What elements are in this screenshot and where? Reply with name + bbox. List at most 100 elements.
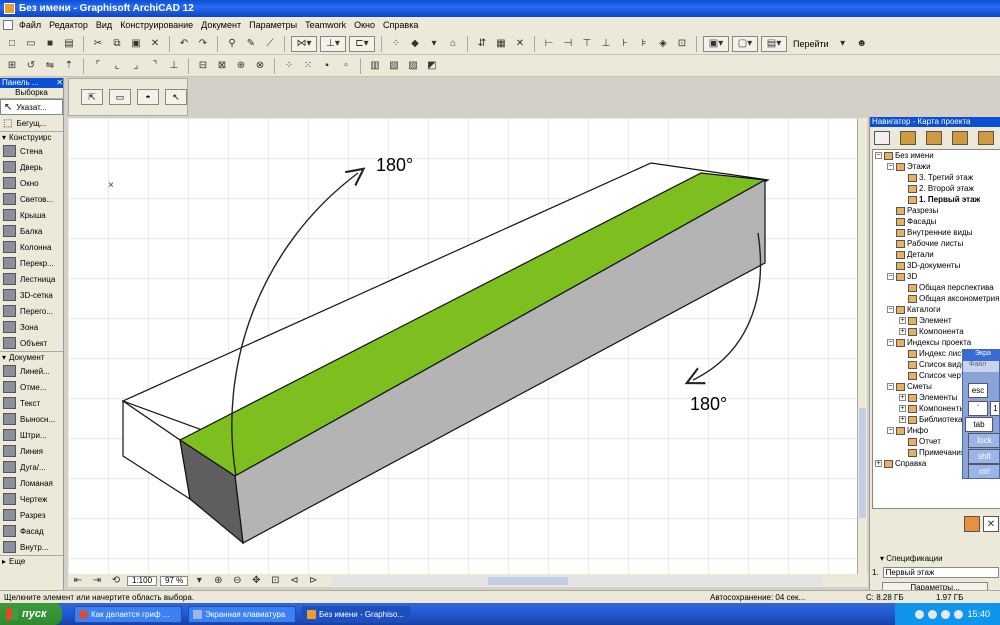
horizontal-scrollbar[interactable]: [332, 575, 823, 586]
menu-file[interactable]: Файл: [15, 20, 45, 30]
collapse-icon[interactable]: −: [887, 273, 894, 280]
tool-document-4[interactable]: Штри...: [0, 427, 63, 443]
tool-construction-11[interactable]: Зона: [0, 319, 63, 335]
zoom-out-icon[interactable]: ⊖: [229, 573, 245, 589]
trace-icon[interactable]: ⇵: [474, 36, 490, 52]
tree-item[interactable]: Общая перспектива: [873, 282, 1000, 293]
eyedropper-icon[interactable]: ⟋: [262, 36, 278, 52]
tool-construction-4[interactable]: Крыша: [0, 207, 63, 223]
tool-construction-2[interactable]: Окно: [0, 175, 63, 191]
drag-icon[interactable]: ⊞: [4, 58, 20, 74]
layers-icon[interactable]: ◆: [407, 36, 423, 52]
undo-icon[interactable]: ↶: [176, 36, 192, 52]
tool-document-2[interactable]: Текст: [0, 395, 63, 411]
collapse-icon[interactable]: −: [887, 163, 894, 170]
nav-back-icon[interactable]: ⇤: [70, 573, 86, 589]
expand-icon[interactable]: +: [875, 460, 882, 467]
tool-document-7[interactable]: Ломаная: [0, 475, 63, 491]
expand-icon[interactable]: +: [899, 394, 906, 401]
key-backtick[interactable]: `: [968, 401, 988, 416]
start-button[interactable]: пуск: [0, 603, 62, 625]
grid-snap-icon[interactable]: ⁘: [388, 36, 404, 52]
layout-book-tab[interactable]: [952, 131, 968, 145]
goto-arrow-icon[interactable]: ▾: [835, 36, 851, 52]
tool-construction-10[interactable]: Перего...: [0, 303, 63, 319]
taskbar-item-keyboard[interactable]: Экранная клавиатура: [188, 605, 296, 623]
dimension-icon[interactable]: ⊢: [541, 36, 557, 52]
orientation-icon[interactable]: ⟲: [108, 573, 124, 589]
menu-window[interactable]: Окно: [350, 20, 379, 30]
nav-forward-icon[interactable]: ⇥: [89, 573, 105, 589]
document-header[interactable]: ▾ Документ: [0, 351, 63, 363]
previous-zoom-icon[interactable]: ⊲: [286, 573, 302, 589]
view-map-tab[interactable]: [926, 131, 942, 145]
volume-icon[interactable]: [954, 609, 964, 619]
delete-icon[interactable]: ✕: [147, 36, 163, 52]
keyboard-menu[interactable]: Файл: [963, 361, 999, 372]
goto-menu[interactable]: Перейти: [790, 39, 832, 49]
taskbar-item-browser[interactable]: Как делается гриф ...: [74, 605, 182, 623]
show-hidden-icon[interactable]: ◩: [424, 58, 440, 74]
offset-icon[interactable]: ⌜: [90, 58, 106, 74]
render-icon[interactable]: ◈: [655, 36, 671, 52]
close-trace-icon[interactable]: ✕: [512, 36, 528, 52]
rotate-icon[interactable]: ↺: [23, 58, 39, 74]
tool-document-9[interactable]: Разрез: [0, 507, 63, 523]
cut-icon[interactable]: ✂: [90, 36, 106, 52]
delete-item-icon[interactable]: ✕: [983, 516, 999, 532]
next-zoom-icon[interactable]: ⊳: [305, 573, 321, 589]
tree-item[interactable]: Общая аксонометрия: [873, 293, 1000, 304]
expand-icon[interactable]: +: [899, 405, 906, 412]
taskbar-item-archicad[interactable]: Без имени - Graphiso...: [302, 605, 410, 623]
paste-icon[interactable]: ▣: [128, 36, 144, 52]
menu-edit[interactable]: Редактор: [45, 20, 92, 30]
key-esc[interactable]: esc: [968, 383, 988, 398]
key-shift[interactable]: shft: [968, 449, 999, 464]
tree-item[interactable]: 3D-документы: [873, 260, 1000, 271]
detail-icon[interactable]: ⊦: [617, 36, 633, 52]
menu-help[interactable]: Справка: [379, 20, 422, 30]
table-icon[interactable]: ▦: [493, 36, 509, 52]
spec-story-field[interactable]: Первый этаж: [882, 567, 999, 578]
find-icon[interactable]: ⚲: [224, 36, 240, 52]
scale-field[interactable]: 1:100: [127, 575, 158, 586]
menu-document[interactable]: Документ: [197, 20, 245, 30]
pointer-button[interactable]: ↖: [165, 89, 187, 105]
tool-document-3[interactable]: Выносн...: [0, 411, 63, 427]
new-folder-icon[interactable]: [964, 516, 980, 532]
multiply-icon[interactable]: ⊗: [252, 58, 268, 74]
menu-view[interactable]: Вид: [92, 20, 116, 30]
rectangle-method-button[interactable]: ▭: [109, 89, 131, 105]
tool-document-11[interactable]: Внутр...: [0, 539, 63, 555]
resize-icon[interactable]: ⊠: [214, 58, 230, 74]
tree-item[interactable]: 3. Третий этаж: [873, 172, 1000, 183]
tool-construction-0[interactable]: Стена: [0, 143, 63, 159]
snap-dropdown[interactable]: ⋈▾: [291, 35, 317, 52]
tree-item[interactable]: Детали: [873, 249, 1000, 260]
tree-item[interactable]: − Без имени: [873, 150, 1000, 161]
menu-teamwork[interactable]: Teamwork: [301, 20, 350, 30]
key-ctrl[interactable]: ctrl: [968, 464, 999, 478]
tree-item[interactable]: 2. Второй этаж: [873, 183, 1000, 194]
3d-view-dropdown[interactable]: ▢▾: [732, 35, 758, 52]
elevation-icon[interactable]: ⊥: [598, 36, 614, 52]
tool-pointer[interactable]: ↖ Указат...: [0, 99, 63, 115]
tray-icon[interactable]: [928, 609, 938, 619]
key-tab[interactable]: tab: [965, 417, 993, 432]
more-tools[interactable]: ▸ Еще: [0, 555, 63, 567]
navigator-menu-icon[interactable]: [874, 131, 890, 145]
key-1[interactable]: 1: [990, 401, 999, 416]
navigator-head-icon[interactable]: ☻: [854, 36, 870, 52]
tray-icon[interactable]: [915, 609, 925, 619]
level-dim-icon[interactable]: ⊣: [560, 36, 576, 52]
tool-document-0[interactable]: Линей...: [0, 363, 63, 379]
tree-item[interactable]: − Этажи: [873, 161, 1000, 172]
ungroup-icon[interactable]: ▫: [338, 58, 354, 74]
collapse-icon[interactable]: −: [887, 427, 894, 434]
collapse-icon[interactable]: −: [875, 152, 882, 159]
pan-icon[interactable]: ✥: [248, 573, 264, 589]
tool-document-6[interactable]: Дуга/...: [0, 459, 63, 475]
tool-construction-9[interactable]: 3D-сетка: [0, 287, 63, 303]
tree-item[interactable]: + Элемент: [873, 315, 1000, 326]
zoom-field[interactable]: 97 %: [160, 575, 189, 586]
